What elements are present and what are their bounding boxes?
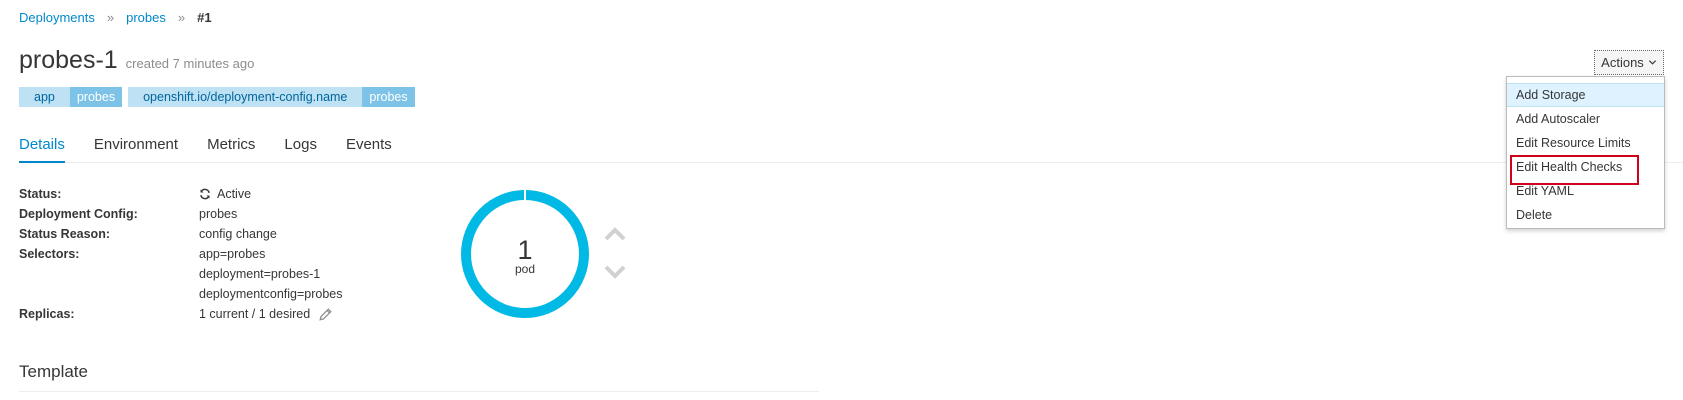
selectors-label: Selectors:	[19, 247, 80, 261]
deployment-config-label: Deployment Config:	[19, 207, 138, 221]
breadcrumb-separator: »	[106, 10, 115, 25]
label-value[interactable]: probes	[362, 87, 415, 107]
label-deployment-config-name[interactable]: openshift.io/deployment-config.name prob…	[128, 87, 415, 107]
chevron-up-icon[interactable]	[603, 226, 627, 242]
detail-row-status: Status: Active	[19, 184, 343, 204]
detail-row-deployment-config: Deployment Config: probes	[19, 204, 343, 224]
label-key[interactable]: app	[19, 87, 70, 107]
breadcrumb-deployments-link[interactable]: Deployments	[19, 10, 95, 25]
tab-events[interactable]: Events	[346, 126, 392, 163]
menu-item-add-storage[interactable]: Add Storage	[1507, 83, 1664, 107]
detail-row-selectors: deployment=probes-1	[19, 264, 343, 284]
breadcrumb: Deployments » probes » #1	[19, 10, 212, 25]
actions-button-label: Actions	[1601, 55, 1644, 70]
details-panel: Status: Active Deployment Config: probes…	[19, 184, 343, 324]
actions-menu: Add Storage Add Autoscaler Edit Resource…	[1506, 76, 1665, 229]
template-heading: Template	[19, 362, 88, 381]
tab-environment[interactable]: Environment	[94, 126, 178, 163]
created-timestamp: created 7 minutes ago	[125, 56, 255, 71]
label-value[interactable]: probes	[69, 87, 123, 107]
replicas-value: 1 current / 1 desired	[199, 304, 332, 324]
selector-value: app=probes	[199, 247, 266, 261]
menu-item-edit-yaml[interactable]: Edit YAML	[1507, 179, 1664, 203]
status-value: Active	[199, 184, 251, 204]
menu-item-delete[interactable]: Delete	[1507, 203, 1664, 227]
detail-row-selectors: Selectors: app=probes	[19, 244, 343, 264]
menu-item-edit-resource-limits[interactable]: Edit Resource Limits	[1507, 131, 1664, 155]
status-reason-value: config change	[199, 227, 277, 241]
pencil-icon[interactable]	[319, 307, 332, 321]
replicas-label: Replicas:	[19, 307, 75, 321]
page-title: probes-1	[19, 46, 118, 74]
deployment-config-link[interactable]: probes	[199, 204, 237, 224]
breadcrumb-probes-link[interactable]: probes	[126, 10, 166, 25]
empty-label	[19, 264, 199, 284]
replicas-text: 1 current / 1 desired	[199, 307, 311, 321]
tab-logs[interactable]: Logs	[284, 126, 317, 163]
label-key[interactable]: openshift.io/deployment-config.name	[128, 87, 363, 107]
template-divider	[19, 391, 819, 392]
chevron-down-icon[interactable]	[603, 264, 627, 280]
label-app[interactable]: app probes	[19, 87, 123, 107]
status-text: Active	[217, 187, 252, 201]
status-reason-label: Status Reason:	[19, 227, 110, 241]
menu-item-edit-health-checks[interactable]: Edit Health Checks	[1507, 155, 1664, 185]
labels-list: app probes openshift.io/deployment-confi…	[19, 87, 415, 107]
tab-details[interactable]: Details	[19, 126, 65, 163]
page-header: probes-1 created 7 minutes ago	[19, 46, 254, 75]
actions-button[interactable]: Actions	[1594, 50, 1664, 75]
menu-item-add-autoscaler[interactable]: Add Autoscaler	[1507, 107, 1664, 131]
refresh-icon	[200, 188, 210, 200]
selector-value: deployment=probes-1	[199, 267, 321, 281]
detail-row-replicas: Replicas: 1 current / 1 desired	[19, 304, 343, 324]
tab-bar: Details Environment Metrics Logs Events	[19, 126, 1683, 163]
breadcrumb-current: #1	[197, 10, 212, 25]
status-label: Status:	[19, 187, 62, 201]
tab-metrics[interactable]: Metrics	[207, 126, 255, 163]
chevron-down-icon	[1648, 60, 1656, 65]
pod-unit: pod	[514, 262, 536, 276]
breadcrumb-separator: »	[177, 10, 186, 25]
selector-value: deploymentconfig=probes	[199, 287, 343, 301]
empty-label	[19, 284, 199, 304]
detail-row-selectors: deploymentconfig=probes	[19, 284, 343, 304]
pod-count: 1	[517, 235, 533, 265]
detail-row-status-reason: Status Reason: config change	[19, 224, 343, 244]
